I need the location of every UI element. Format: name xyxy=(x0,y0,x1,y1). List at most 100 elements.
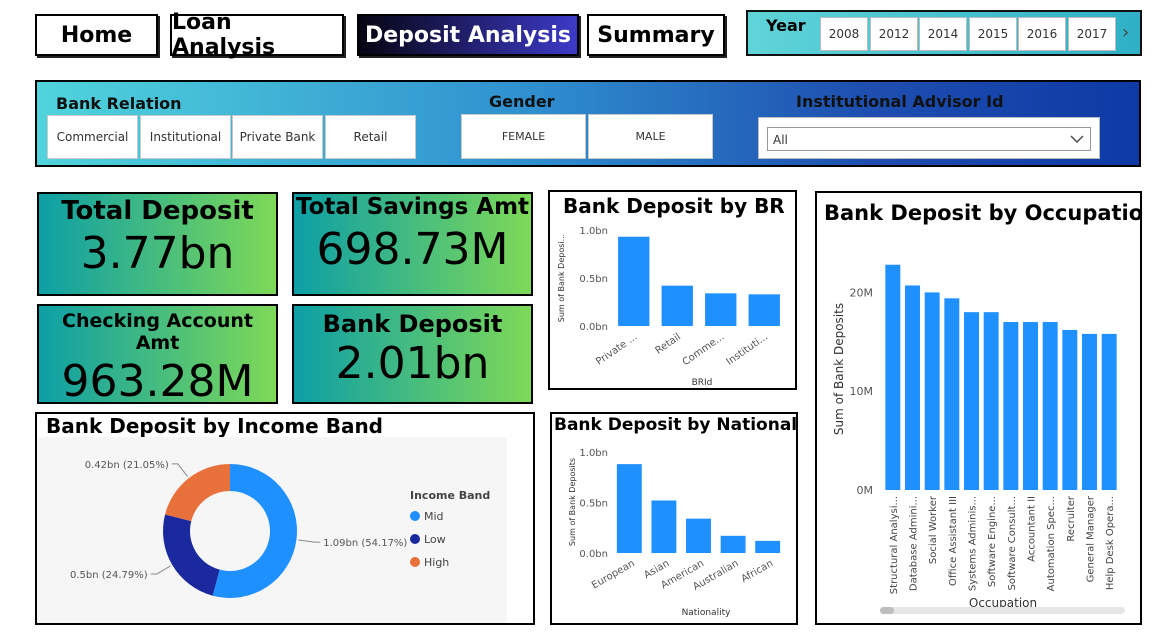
occ-bar xyxy=(1101,333,1117,490)
kpi-total-deposit-card: Total Deposit 3.77bn xyxy=(37,192,278,296)
chart-panel-br: Bank Deposit by BR 0.0bn 0.5bn 1.0bn Privat… xyxy=(548,190,797,390)
legend-label-high: High xyxy=(424,556,449,569)
gender-female[interactable]: FEMALE xyxy=(461,114,586,159)
occ-bar xyxy=(944,298,960,490)
nav-summary-button[interactable]: Summary xyxy=(587,14,725,56)
bank-relation-private-bank[interactable]: Private Bank xyxy=(232,115,323,159)
kpi-total-savings-value: 698.73M xyxy=(316,224,509,275)
br-xtick-label: Private ... xyxy=(594,331,639,367)
year-button-2008[interactable]: 2008 xyxy=(820,17,868,51)
br-bar xyxy=(661,285,693,326)
br-ytick-label: 1.0bn xyxy=(579,226,608,237)
kpi-bank-deposit-value: 2.01bn xyxy=(335,338,490,389)
occ-bar xyxy=(1042,322,1058,490)
nat-ytick-label: 1.0bn xyxy=(579,448,608,459)
nav-loan-analysis-button[interactable]: Loan Analysis xyxy=(170,10,344,60)
nat-bar xyxy=(651,500,677,553)
occ-bar xyxy=(1082,333,1097,490)
chevron-right-icon[interactable]: › xyxy=(1122,22,1129,43)
occ-xtick-label: Software Engine... xyxy=(987,496,998,587)
nat-y-axis-label: Sum of Bank Deposits xyxy=(568,458,577,546)
nat-ytick-label: 0.5bn xyxy=(579,499,608,510)
chart-income-svg: 1.09bn (54.17%) 0.5bn (24.79%) 0.42bn (21.… xyxy=(70,460,490,598)
occ-xtick-label: Structural Analysi... xyxy=(889,496,900,594)
br-xtick-label: Instituti... xyxy=(725,331,770,367)
occ-xtick-label: Office Assistant III xyxy=(948,496,959,586)
donut-data-label: 0.42bn (21.05%) xyxy=(85,460,169,471)
kpi-total-deposit-label: Total Deposit xyxy=(61,196,254,226)
nat-xtick-label: European xyxy=(590,558,637,591)
occ-bar xyxy=(1062,329,1078,490)
chevron-down-icon xyxy=(1070,135,1084,143)
br-bar xyxy=(748,294,780,326)
advisor-id-dropdown[interactable]: All xyxy=(767,127,1091,151)
donut-data-label: 1.09bn (54.17%) xyxy=(323,538,407,549)
advisor-id-dropdown-container: All xyxy=(758,117,1100,159)
year-button-2015[interactable]: 2015 xyxy=(969,17,1017,51)
chart-br-svg: 0.0bn 0.5bn 1.0bn Private ... RetailComme...… xyxy=(557,226,780,388)
nav-home-button[interactable]: Home xyxy=(35,14,158,56)
br-xtick-label: Retail xyxy=(654,331,683,356)
year-label: Year xyxy=(766,16,806,35)
legend-marker-high xyxy=(410,557,420,567)
nav-deposit-analysis-button[interactable]: Deposit Analysis xyxy=(357,14,579,56)
bank-relation-institutional[interactable]: Institutional xyxy=(140,115,231,159)
occ-y-axis-label: Sum of Bank Deposits xyxy=(832,303,846,435)
kpi-total-savings-card: Total Savings Amt 698.73M xyxy=(292,192,533,296)
bank-relation-commercial[interactable]: Commercial xyxy=(47,115,138,159)
gender-male[interactable]: MALE xyxy=(588,114,713,159)
br-bar xyxy=(618,236,650,326)
occ-xtick-label: Software Consult... xyxy=(1007,496,1018,590)
scrollbar-thumb[interactable] xyxy=(880,607,894,614)
nat-bar xyxy=(686,518,711,553)
bank-relation-retail[interactable]: Retail xyxy=(325,115,416,159)
occ-bar xyxy=(924,292,940,490)
chart-panel-income-band: Bank Deposit by Income Band 1.09bn (54.1… xyxy=(35,412,535,625)
bank-relation-label: Bank Relation xyxy=(56,94,182,113)
occ-ytick-label: 20M xyxy=(850,286,874,299)
donut-slice-low xyxy=(163,514,220,596)
occ-xtick-label: General Manager xyxy=(1086,495,1097,582)
occ-ytick-label: 10M xyxy=(850,385,874,398)
year-button-2016[interactable]: 2016 xyxy=(1018,17,1066,51)
chart-nationality-svg: 0.0bn0.5bn1.0bnEuropean AsianAmericanAust… xyxy=(568,448,781,618)
horizontal-scrollbar[interactable] xyxy=(880,607,1125,614)
occ-bar xyxy=(964,312,979,490)
br-xtick-label: Comme... xyxy=(681,331,727,368)
occ-ytick-label: 0M xyxy=(857,484,874,497)
kpi-total-deposit-value: 3.77bn xyxy=(80,228,235,279)
occ-bar xyxy=(1023,322,1038,490)
kpi-bank-deposit-card: Bank Deposit 2.01bn xyxy=(292,304,533,404)
kpi-checking-account-value: 963.28M xyxy=(61,356,254,407)
chart-occupation-svg: 0M 10M 20M Structural Analysi... Database Ad… xyxy=(832,264,1117,610)
occ-bar xyxy=(905,285,920,490)
donut-leader-line xyxy=(298,539,321,543)
occ-xtick-label: Systems Adminis... xyxy=(968,496,979,591)
advisor-id-label: Institutional Advisor Id xyxy=(796,92,1004,111)
advisor-id-selected-value: All xyxy=(773,133,788,147)
br-x-axis-label: BRId xyxy=(692,378,713,388)
occ-bar xyxy=(1003,322,1019,490)
nat-ytick-label: 0.0bn xyxy=(579,549,608,560)
chart-panel-occupation: Bank Deposit by Occupation 0M 10M 20M Struc… xyxy=(815,191,1142,625)
nat-bar xyxy=(616,464,642,553)
year-button-2012[interactable]: 2012 xyxy=(870,17,918,51)
year-button-2014[interactable]: 2014 xyxy=(919,17,967,51)
occ-xtick-label: Recruiter xyxy=(1066,495,1077,541)
occ-xtick-label: Social Worker xyxy=(928,495,939,564)
kpi-checking-account-label: Checking Account Amt xyxy=(62,310,253,354)
occ-xtick-label: Help Desk Opera... xyxy=(1105,496,1116,590)
br-ytick-label: 0.5bn xyxy=(579,274,608,285)
br-ytick-label: 0.0bn xyxy=(579,322,608,333)
occ-bar xyxy=(885,264,901,490)
year-button-2017[interactable]: 2017 xyxy=(1068,17,1116,51)
donut-data-label: 0.5bn (24.79%) xyxy=(70,570,148,581)
donut-slice-high xyxy=(165,464,230,522)
occ-xtick-label: Accountant II xyxy=(1027,496,1038,562)
legend-marker-low xyxy=(410,534,420,544)
legend-marker-mid xyxy=(410,511,420,521)
chart-panel-nationality: Bank Deposit by Nationality 0.0bn 0.5bn 1.… xyxy=(550,412,798,625)
nat-xtick-label: African xyxy=(740,558,776,585)
br-y-axis-label: Sum of Bank Deposi... xyxy=(557,234,566,322)
kpi-bank-deposit-label: Bank Deposit xyxy=(322,310,503,338)
